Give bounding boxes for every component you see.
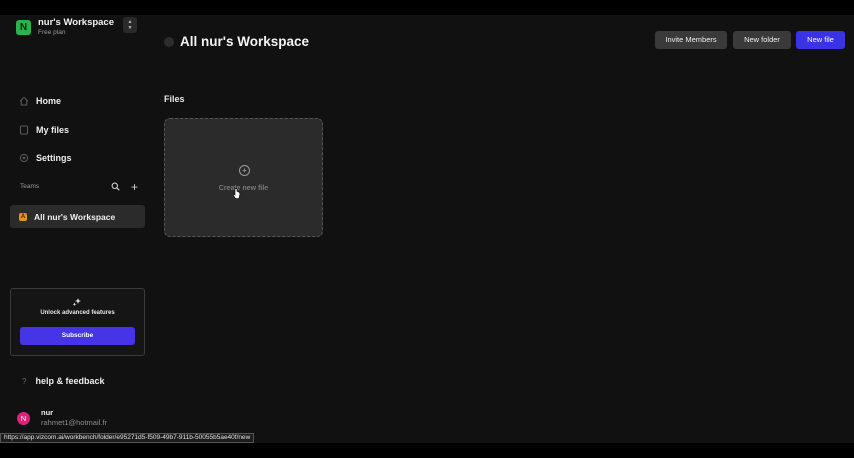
new-folder-button[interactable]: New folder: [733, 31, 791, 49]
sidebar-item-label: Settings: [36, 153, 72, 163]
sidebar-item-label: My files: [36, 125, 70, 135]
user-email: rahmet1@hotmail.fr: [41, 418, 107, 427]
sparkle-icon: [72, 297, 82, 309]
workspace-icon: [164, 36, 174, 47]
workspace-chevron-icon[interactable]: ▲ ▼: [123, 17, 137, 33]
workspace-avatar: N: [16, 19, 31, 35]
subscribe-button[interactable]: Subscribe: [20, 327, 135, 345]
create-new-file-label: Create new file: [218, 185, 269, 192]
team-avatar: A: [19, 212, 27, 221]
teams-header: Teams +: [20, 180, 142, 194]
page-header: All nur's Workspace: [164, 34, 309, 49]
upsell-card: Unlock advanced features Subscribe: [10, 288, 145, 356]
user-profile[interactable]: N nur rahmet1@hotmail.fr: [17, 408, 107, 428]
files-section-title: Files: [164, 94, 185, 104]
help-feedback-link[interactable]: ? help & feedback: [22, 376, 104, 386]
workspace-name: nur's Workspace: [38, 17, 114, 28]
search-icon[interactable]: [111, 182, 120, 193]
create-new-file-card[interactable]: + Create new file: [164, 118, 323, 237]
top-black-bar: [0, 0, 854, 15]
new-file-button[interactable]: New file: [796, 31, 845, 49]
help-label: help & feedback: [35, 376, 105, 386]
home-icon: [19, 96, 29, 106]
sidebar-item-my-files[interactable]: My files: [19, 125, 69, 135]
bottom-black-bar: [0, 443, 854, 458]
app-window: [0, 15, 854, 443]
user-name: nur: [41, 408, 54, 417]
sidebar-item-label: Home: [36, 96, 62, 106]
page-title: All nur's Workspace: [180, 34, 310, 49]
team-label: All nur's Workspace: [34, 211, 116, 222]
question-icon: ?: [22, 376, 27, 386]
sidebar-item-settings[interactable]: Settings: [19, 153, 72, 163]
workspace-switcher[interactable]: N nur's Workspace Free plan: [16, 17, 114, 37]
teams-label: Teams: [20, 183, 40, 190]
status-url: https://app.vizcom.ai/workbench/folder/e…: [0, 433, 255, 443]
sidebar-item-home[interactable]: Home: [19, 96, 61, 106]
workspace-plan: Free plan: [38, 29, 66, 36]
invite-members-button[interactable]: Invite Members: [655, 31, 727, 49]
avatar: N: [17, 411, 30, 425]
gear-icon: [19, 153, 29, 163]
sidebar-item-team[interactable]: A All nur's Workspace: [10, 205, 145, 228]
file-icon: [19, 125, 29, 135]
upsell-text: Unlock advanced features: [40, 310, 115, 316]
add-team-icon[interactable]: +: [131, 180, 138, 194]
plus-circle-icon: +: [239, 165, 250, 176]
mouse-cursor-icon: [232, 187, 241, 205]
